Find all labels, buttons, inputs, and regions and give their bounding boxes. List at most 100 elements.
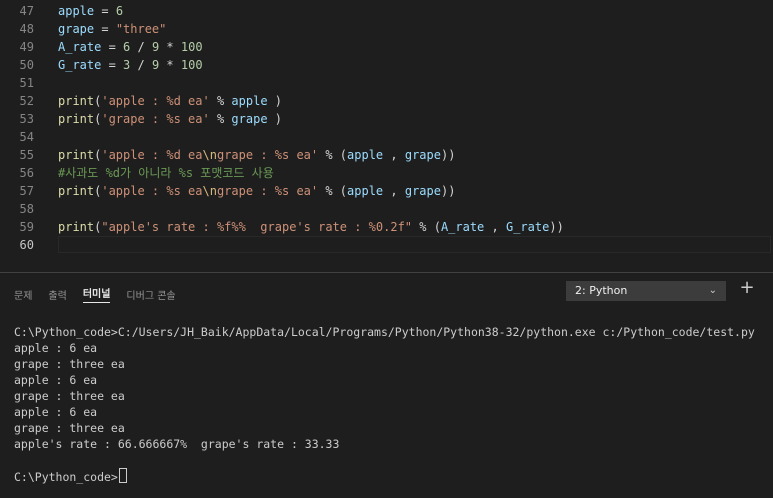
chevron-down-icon: ⌄ (708, 285, 717, 296)
code-token: / (130, 58, 152, 72)
code-line[interactable]: 58 (0, 200, 773, 218)
code-token: 100 (180, 40, 203, 54)
code-text: G_rate = 3 / 9 * 100 (58, 56, 203, 74)
terminal-line-text: grape : three ea (14, 389, 125, 403)
terminal-line-text: apple : 6 ea (14, 405, 98, 419)
line-number: 51 (19, 76, 34, 90)
code-token: apple (231, 94, 268, 108)
terminal-line: C:\Python_code> (14, 468, 764, 484)
panel-tabs: 문제 출력 터미널 디버그 콘솔 (14, 283, 176, 305)
code-line[interactable]: 53 print('grape : %s ea' % grape ) (0, 110, 773, 128)
terminal-line: apple : 6 ea (14, 372, 764, 388)
code-token: grape (404, 184, 441, 198)
line-number: 50 (19, 58, 34, 72)
code-token: 'grape : %s ea' (101, 112, 210, 126)
code-token: 'apple : %s ea (101, 184, 203, 198)
panel-tab[interactable]: 터미널 (82, 285, 111, 303)
terminal-line-text: apple's rate : 66.666667% grape's rate :… (14, 437, 340, 451)
code-editor[interactable]: 47 apple = 6 48 grape = "three" 49 A_rate = 6… (0, 0, 773, 272)
terminal-line: apple : 6 ea (14, 340, 764, 356)
code-token: % (209, 112, 232, 126)
terminal-line: grape : three ea (14, 420, 764, 436)
code-line[interactable]: 56 #사과도 %d가 아니라 %s 포맷코드 사용 (0, 164, 773, 182)
terminal-line-text: C:\Python_code> (14, 470, 118, 484)
code-token: % ( (412, 220, 441, 234)
terminal-line: C:\Python_code>C:/Users/JH_Baik/AppData/… (14, 324, 764, 340)
code-line[interactable]: 55 print('apple : %d ea\ngrape : %s ea' %… (0, 146, 773, 164)
line-number: 60 (19, 238, 34, 252)
terminal-line: apple : 6 ea (14, 404, 764, 420)
code-token: apple (347, 148, 384, 162)
code-token: ) (267, 94, 282, 108)
code-token: % ( (318, 148, 348, 162)
line-number: 59 (19, 220, 34, 234)
code-token: print (58, 220, 95, 234)
code-token: grape : %s ea' (216, 148, 319, 162)
line-number: 48 (19, 22, 34, 36)
code-token: "three" (115, 22, 167, 36)
code-text: apple = 6 (58, 2, 123, 20)
code-line[interactable]: 57 print('apple : %s ea\ngrape : %s ea' %… (0, 182, 773, 200)
line-number: 58 (19, 202, 34, 216)
code-token: G_rate (505, 220, 550, 234)
code-line[interactable]: 47 apple = 6 (0, 2, 773, 20)
code-text: grape = "three" (58, 20, 166, 38)
code-text: print("apple's rate : %f%% grape's rate … (58, 218, 564, 236)
terminal-select[interactable]: 2: Python ⌄ (566, 281, 726, 301)
code-token: G_rate (58, 58, 102, 72)
code-token: 100 (180, 58, 203, 72)
code-token: A_rate (58, 40, 102, 54)
code-token: * (159, 58, 181, 72)
line-number: 47 (19, 4, 34, 18)
code-token: , (383, 184, 405, 198)
terminal-line-text: apple : 6 ea (14, 373, 98, 387)
terminal-output[interactable]: C:\Python_code>C:/Users/JH_Baik/AppData/… (14, 324, 764, 484)
code-token: 'apple : %d ea (101, 148, 203, 162)
code-token: % (209, 94, 232, 108)
terminal-line: grape : three ea (14, 388, 764, 404)
code-line[interactable]: 48 grape = "three" (0, 20, 773, 38)
code-token: grape : %s ea' (216, 184, 319, 198)
panel-tab[interactable]: 디버그 콘솔 (126, 287, 175, 302)
code-line[interactable]: 54 (0, 128, 773, 146)
new-terminal-button[interactable]: + (738, 277, 756, 299)
code-line[interactable]: 60 (0, 236, 773, 254)
code-line[interactable]: 50 G_rate = 3 / 9 * 100 (0, 56, 773, 74)
code-line[interactable]: 59 print("apple's rate : %f%% grape's rat… (0, 218, 773, 236)
code-token: )) (440, 148, 456, 162)
code-line[interactable]: 51 (0, 74, 773, 92)
code-token: apple (58, 4, 95, 18)
code-text: #사과도 %d가 아니라 %s 포맷코드 사용 (58, 164, 274, 182)
code-token: = (101, 40, 124, 54)
terminal-line-text: C:\Python_code>C:/Users/JH_Baik/AppData/… (14, 325, 755, 339)
code-token: = (101, 58, 124, 72)
terminal-line: grape : three ea (14, 356, 764, 372)
code-token: A_rate (440, 220, 485, 234)
code-line[interactable]: 49 A_rate = 6 / 9 * 100 (0, 38, 773, 56)
code-token: print (58, 112, 95, 126)
bottom-panel: 문제 출력 터미널 디버그 콘솔 2: Python ⌄ + C:\Python_co… (0, 273, 773, 498)
code-text: print('apple : %d ea\ngrape : %s ea' % (… (58, 146, 455, 164)
code-token: = (94, 4, 116, 18)
terminal-cursor (118, 468, 127, 483)
code-line[interactable]: 52 print('apple : %d ea' % apple ) (0, 92, 773, 110)
terminal-line: apple's rate : 66.666667% grape's rate :… (14, 436, 764, 452)
plus-icon: + (739, 277, 755, 298)
code-token: % ( (318, 184, 348, 198)
code-token: 'apple : %d ea' (101, 94, 210, 108)
panel-tab[interactable]: 출력 (48, 287, 66, 302)
terminal-line-text: grape : three ea (14, 421, 125, 435)
code-text: print('grape : %s ea' % grape ) (58, 110, 282, 128)
code-token: grape (58, 22, 95, 36)
code-token: / (130, 40, 152, 54)
code-token: print (58, 148, 95, 162)
code-token: \n (202, 184, 217, 198)
line-number: 52 (19, 94, 34, 108)
panel-tab[interactable]: 문제 (14, 287, 32, 302)
code-token: )) (440, 184, 456, 198)
code-text: print('apple : %d ea' % apple ) (58, 92, 282, 110)
code-token: = (94, 22, 116, 36)
code-token: 6 (115, 4, 124, 18)
code-text: A_rate = 6 / 9 * 100 (58, 38, 203, 56)
